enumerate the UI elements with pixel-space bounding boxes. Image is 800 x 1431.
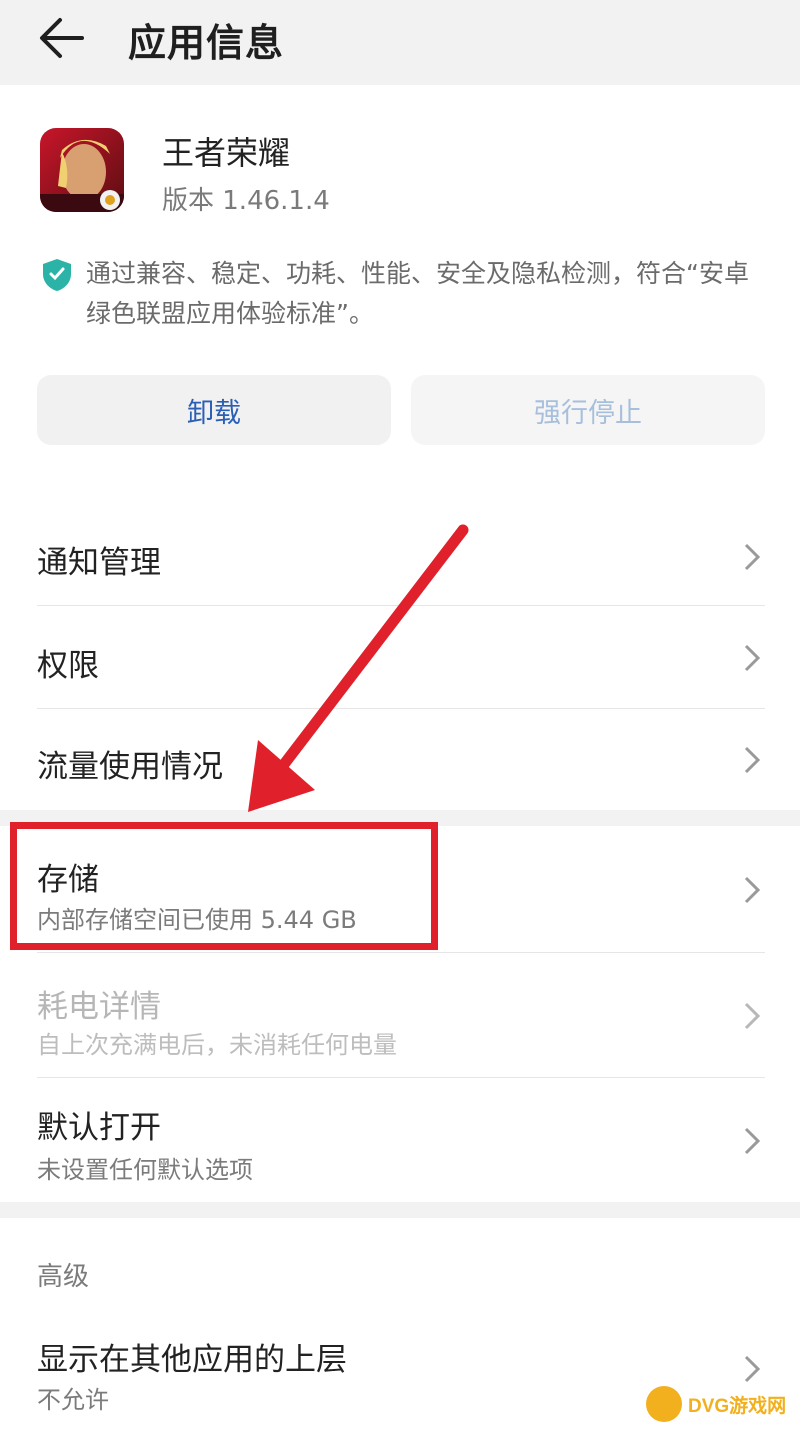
title-bar: 应用信息 [0, 0, 800, 85]
settings-item-title: 耗电详情 [37, 989, 161, 1025]
settings-item-subtitle: 内部存储空间已使用 5.44 GB [37, 906, 357, 934]
settings-item-title: 显示在其他应用的上层 [37, 1342, 347, 1378]
section-gap [0, 810, 800, 826]
settings-item-subtitle: 未设置任何默认选项 [37, 1156, 253, 1184]
arrow-left-icon [40, 18, 84, 58]
settings-item-storage[interactable]: 存储 内部存储空间已使用 5.44 GB [0, 826, 800, 952]
chevron-right-icon [744, 1127, 761, 1155]
settings-item-open-by-default[interactable]: 默认打开 未设置任何默认选项 [0, 1078, 800, 1202]
gamepad-logo-icon [646, 1386, 682, 1422]
settings-item-subtitle: 自上次充满电后，未消耗任何电量 [37, 1031, 397, 1059]
settings-item-battery[interactable]: 耗电详情 自上次充满电后，未消耗任何电量 [0, 953, 800, 1077]
chevron-right-icon [744, 543, 761, 571]
settings-item-title: 通知管理 [37, 545, 161, 581]
app-name: 王者荣耀 [162, 134, 291, 172]
settings-item-data-usage[interactable]: 流量使用情况 [0, 709, 800, 809]
force-stop-button[interactable]: 强行停止 [411, 375, 765, 445]
app-icon [40, 128, 124, 212]
chevron-right-icon [744, 1002, 761, 1030]
chevron-right-icon [744, 746, 761, 774]
settings-item-notification[interactable]: 通知管理 [0, 505, 800, 605]
settings-item-subtitle: 不允许 [37, 1386, 109, 1414]
chevron-right-icon [744, 644, 761, 672]
settings-item-title: 权限 [37, 648, 99, 684]
watermark-text: DVG游戏网 [688, 1395, 787, 1417]
settings-item-title: 流量使用情况 [37, 749, 223, 785]
watermark: DVG游戏网 [646, 1384, 796, 1424]
page-title: 应用信息 [128, 21, 285, 65]
section-gap [0, 1202, 800, 1218]
chevron-right-icon [744, 1355, 761, 1383]
settings-item-title: 存储 [37, 862, 99, 898]
shield-check-icon [40, 257, 74, 293]
uninstall-button[interactable]: 卸载 [37, 375, 391, 445]
section-header-advanced: 高级 [37, 1262, 90, 1292]
settings-item-permissions[interactable]: 权限 [0, 606, 800, 708]
back-button[interactable] [36, 14, 90, 62]
settings-item-title: 默认打开 [37, 1110, 161, 1146]
app-version: 版本 1.46.1.4 [162, 186, 330, 216]
chevron-right-icon [744, 876, 761, 904]
certification-text: 通过兼容、稳定、功耗、性能、安全及隐私检测，符合“安卓绿色联盟应用体验标准”。 [86, 259, 749, 328]
